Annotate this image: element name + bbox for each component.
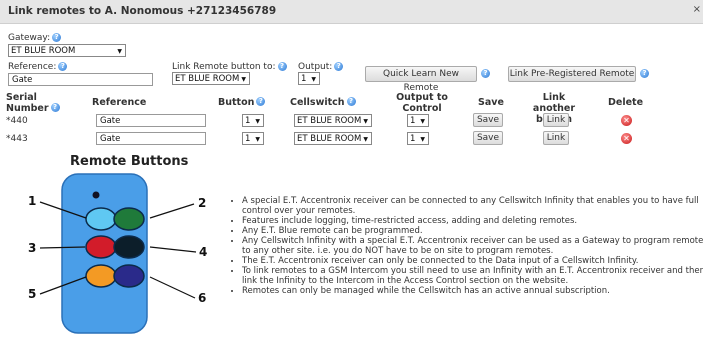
row-button-select[interactable]: 1 ▼	[242, 114, 264, 127]
info-item: The E.T. Accentronix receiver can only b…	[242, 256, 703, 266]
dialog-title: Link remotes to A. Nonomous +27123456789	[8, 5, 277, 17]
row-reference-input[interactable]: Gate	[96, 132, 206, 145]
chevron-down-icon: ▼	[255, 136, 260, 143]
row-button-select[interactable]: 1 ▼	[242, 132, 264, 145]
chevron-down-icon: ▼	[420, 136, 425, 143]
info-list: A special E.T. Accentronix receiver can …	[230, 196, 703, 296]
chevron-down-icon: ▼	[420, 118, 425, 125]
chevron-down-icon: ▼	[363, 118, 368, 125]
dialog-titlebar: Link remotes to A. Nonomous +27123456789…	[0, 0, 703, 24]
row-cellswitch-value: ET BLUE ROOM	[297, 134, 362, 144]
chevron-down-icon: ▼	[241, 76, 246, 83]
reference-label-text: Reference:	[8, 62, 57, 72]
th-cellswitch-text: Cellswitch	[290, 97, 345, 108]
remote-number-4: 4	[199, 245, 208, 259]
row-serial: *443	[6, 134, 28, 144]
info-item: To link remotes to a GSM Intercom you st…	[242, 266, 703, 286]
reference-input[interactable]: Gate	[8, 73, 153, 86]
row-button-value: 1	[245, 116, 251, 126]
gateway-select[interactable]: ET BLUE ROOM ▼	[8, 44, 126, 57]
output-label: Output:?	[298, 62, 344, 72]
remote-number-1: 1	[28, 194, 37, 208]
reference-label: Reference:?	[8, 62, 68, 72]
remote-number-5: 5	[28, 287, 37, 301]
link-remote-label: Link Remote button to:?	[172, 62, 287, 72]
help-icon[interactable]: ?	[346, 97, 356, 106]
row-save-button[interactable]: Save	[473, 131, 503, 145]
row-cellswitch-value: ET BLUE ROOM	[297, 116, 362, 126]
row-output-value: 1	[410, 116, 416, 126]
row-output-select[interactable]: 1 ▼	[407, 132, 429, 145]
link-preregistered-button[interactable]: Link Pre-Registered Remote	[508, 66, 636, 82]
chevron-down-icon: ▼	[311, 76, 316, 83]
link-remote-select[interactable]: ET BLUE ROOM ▼	[172, 72, 250, 85]
delete-icon[interactable]: ✕	[621, 115, 632, 126]
info-item: Any E.T. Blue remote can be programmed.	[242, 226, 703, 236]
link-remote-label-text: Link Remote button to:	[172, 62, 276, 72]
th-output: Output to Control	[396, 92, 448, 114]
chevron-down-icon: ▼	[117, 48, 122, 55]
row-link-button[interactable]: Link	[543, 113, 569, 127]
help-icon[interactable]: ?	[334, 62, 344, 71]
info-item: Features include logging, time-restricte…	[242, 216, 703, 226]
close-icon[interactable]: ×	[693, 4, 701, 15]
link-remote-select-value: ET BLUE ROOM	[175, 74, 240, 84]
info-item: A special E.T. Accentronix receiver can …	[242, 196, 703, 216]
help-icon[interactable]: ?	[256, 97, 266, 106]
chevron-down-icon: ▼	[363, 136, 368, 143]
help-icon[interactable]: ?	[58, 62, 68, 71]
th-cellswitch: Cellswitch?	[290, 97, 356, 108]
th-serial: Serial Number?	[6, 92, 66, 114]
help-icon[interactable]: ?	[481, 69, 490, 78]
th-button: Button?	[218, 97, 266, 108]
row-output-value: 1	[410, 134, 416, 144]
quick-learn-button[interactable]: Quick Learn New Remote	[365, 66, 477, 93]
th-serial-text: Serial Number	[6, 92, 49, 114]
row-button-value: 1	[245, 134, 251, 144]
delete-icon[interactable]: ✕	[621, 133, 632, 144]
help-icon[interactable]: ?	[277, 62, 287, 71]
help-icon[interactable]: ?	[50, 103, 60, 112]
row-cellswitch-select[interactable]: ET BLUE ROOM ▼	[294, 132, 372, 145]
remote-number-2: 2	[198, 196, 207, 210]
remote-buttons-title: Remote Buttons	[70, 154, 189, 169]
help-icon[interactable]: ?	[640, 69, 649, 78]
info-item: Remotes can only be managed while the Ce…	[242, 286, 703, 296]
remote-number-3: 3	[28, 241, 37, 255]
th-reference: Reference	[92, 97, 147, 108]
row-link-button[interactable]: Link	[543, 131, 569, 145]
gateway-select-value: ET BLUE ROOM	[11, 46, 76, 56]
info-item: Any Cellswitch Infinity with a special E…	[242, 236, 703, 256]
output-select[interactable]: 1 ▼	[298, 72, 320, 85]
row-output-select[interactable]: 1 ▼	[407, 114, 429, 127]
th-button-text: Button	[218, 97, 255, 108]
th-delete: Delete	[608, 97, 644, 108]
gateway-label: Gateway:?	[8, 33, 62, 43]
remote-image	[61, 173, 148, 334]
chevron-down-icon: ▼	[255, 118, 260, 125]
row-serial: *440	[6, 116, 28, 126]
remote-number-6: 6	[198, 291, 207, 305]
row-save-button[interactable]: Save	[473, 113, 503, 127]
row-cellswitch-select[interactable]: ET BLUE ROOM ▼	[294, 114, 372, 127]
gateway-label-text: Gateway:	[8, 33, 51, 43]
th-save: Save	[478, 97, 504, 108]
output-select-value: 1	[301, 74, 307, 84]
help-icon[interactable]: ?	[52, 33, 62, 42]
output-label-text: Output:	[298, 62, 333, 72]
row-reference-input[interactable]: Gate	[96, 114, 206, 127]
